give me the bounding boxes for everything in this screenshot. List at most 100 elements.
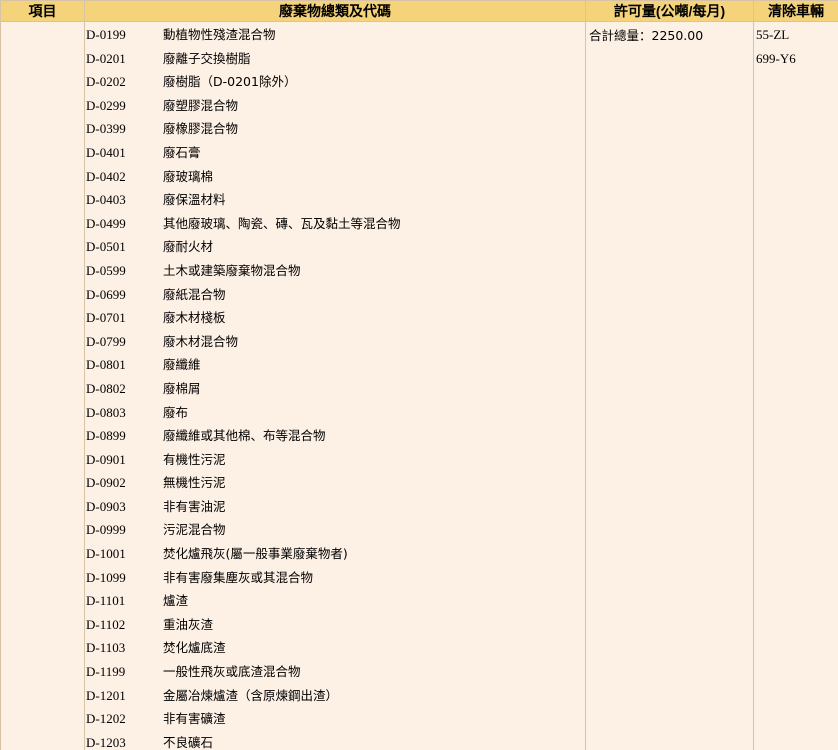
waste-item-row: D-0902 無機性污泥 (85, 475, 585, 499)
header-permit-amount: 許可量(公噸/每月) (585, 0, 754, 22)
waste-code: D-0903 (86, 498, 126, 514)
waste-item-row: D-1201 金屬冶煉爐渣（含原煉鋼出渣） (85, 688, 585, 712)
waste-item-row: D-0799 廢木材混合物 (85, 334, 585, 358)
waste-name: 廢布 (163, 404, 189, 420)
waste-name: 廢橡膠混合物 (163, 121, 239, 137)
waste-code: D-0201 (86, 50, 126, 66)
waste-code: D-1099 (86, 569, 126, 585)
waste-item-row: D-1099 非有害廢集塵灰或其混合物 (85, 570, 585, 594)
waste-name: 廢纖維或其他棉、布等混合物 (163, 428, 326, 444)
waste-name: 廢耐火材 (163, 239, 214, 255)
waste-item-row: D-0199 動植物性殘渣混合物 (85, 27, 585, 51)
waste-code: D-1001 (86, 546, 126, 562)
waste-code: D-0999 (86, 522, 126, 538)
waste-name: 廢玻璃棉 (163, 168, 214, 184)
waste-item-row: D-0802 廢棉屑 (85, 381, 585, 405)
waste-name: 污泥混合物 (163, 522, 226, 538)
waste-item-row: D-0499 其他廢玻璃、陶瓷、磚、瓦及黏土等混合物 (85, 216, 585, 240)
waste-code: D-0901 (86, 451, 126, 467)
waste-code: D-0401 (86, 144, 126, 160)
waste-name: 其他廢玻璃、陶瓷、磚、瓦及黏土等混合物 (163, 215, 401, 231)
waste-name: 廢樹脂（D-0201除外） (163, 74, 297, 90)
waste-name: 廢離子交換樹脂 (163, 50, 251, 66)
waste-code: D-1103 (86, 640, 126, 656)
permit-table: 項目 廢棄物總類及代碼 許可量(公噸/每月) 清除車輛 D-0199 動植物性殘渣… (0, 0, 838, 750)
waste-name: 非有害廢集塵灰或其混合物 (163, 569, 314, 585)
waste-item-row: D-0201 廢離子交換樹脂 (85, 51, 585, 75)
waste-name: 非有害礦渣 (163, 711, 226, 727)
waste-code: D-0402 (86, 168, 126, 184)
waste-code: D-0801 (86, 357, 126, 373)
vehicles-cell: 55-ZL 699-Y6 (753, 21, 838, 750)
vehicle-plate: 699-Y6 (756, 50, 796, 66)
waste-item-row: D-1202 非有害礦渣 (85, 711, 585, 735)
waste-item-row: D-1001 焚化爐飛灰(屬一般事業廢棄物者) (85, 546, 585, 570)
waste-code: D-0701 (86, 310, 126, 326)
waste-name: 土木或建築廢棄物混合物 (163, 262, 301, 278)
waste-name: 焚化爐飛灰(屬一般事業廢棄物者) (163, 546, 348, 562)
waste-item-row: D-1203 不良礦石 (85, 735, 585, 750)
waste-name: 不良礦石 (163, 734, 214, 750)
waste-code: D-0499 (86, 215, 126, 231)
permit-row: D-0199 動植物性殘渣混合物 D-0201 廢離子交換樹脂 D-0202 廢樹脂（D-… (0, 21, 838, 750)
waste-name: 廢塑膠混合物 (163, 97, 239, 113)
waste-code: D-0902 (86, 475, 126, 491)
waste-code: D-0501 (86, 239, 126, 255)
waste-name: 重油灰渣 (163, 616, 214, 632)
waste-name: 廢石膏 (163, 144, 201, 160)
waste-list: D-0199 動植物性殘渣混合物 D-0201 廢離子交換樹脂 D-0202 廢樹脂（D-… (85, 22, 585, 750)
waste-item-row: D-1103 焚化爐底渣 (85, 640, 585, 664)
waste-item-row: D-0803 廢布 (85, 405, 585, 429)
waste-name: 金屬冶煉爐渣（含原煉鋼出渣） (163, 687, 339, 703)
waste-item-row: D-0299 廢塑膠混合物 (85, 98, 585, 122)
waste-item-row: D-0202 廢樹脂（D-0201除外） (85, 74, 585, 98)
waste-code: D-0599 (86, 262, 126, 278)
waste-code: D-0899 (86, 428, 126, 444)
total-amount: 合計總量：2250.00 (589, 28, 704, 43)
waste-item-row: D-0903 非有害油泥 (85, 499, 585, 523)
waste-code: D-0802 (86, 380, 126, 396)
waste-item-row: D-1102 重油灰渣 (85, 617, 585, 641)
header-item: 項目 (0, 0, 85, 22)
waste-name: 焚化爐底渣 (163, 640, 226, 656)
header-vehicles: 清除車輛 (753, 0, 838, 22)
permit-page: 項目 廢棄物總類及代碼 許可量(公噸/每月) 清除車輛 D-0199 動植物性殘渣… (0, 0, 838, 750)
waste-item-row: D-0801 廢纖維 (85, 357, 585, 381)
waste-name: 一般性飛灰或底渣混合物 (163, 664, 301, 680)
waste-item-row: D-0901 有機性污泥 (85, 452, 585, 476)
waste-code: D-1202 (86, 711, 126, 727)
waste-code: D-0299 (86, 97, 126, 113)
waste-name: 廢紙混合物 (163, 286, 226, 302)
waste-code: D-0399 (86, 121, 126, 137)
vehicle-list: 55-ZL 699-Y6 (754, 22, 838, 74)
waste-item-row: D-0402 廢玻璃棉 (85, 169, 585, 193)
waste-name: 廢棉屑 (163, 380, 201, 396)
waste-name: 非有害油泥 (163, 498, 226, 514)
permit-amount-cell: 合計總量：2250.00 (585, 21, 754, 750)
waste-name: 動植物性殘渣混合物 (163, 27, 276, 42)
waste-name: 廢纖維 (163, 357, 201, 373)
waste-name: 有機性污泥 (163, 451, 226, 467)
waste-code: D-1201 (86, 687, 126, 703)
waste-code: D-1101 (86, 593, 126, 609)
waste-item-row: D-0899 廢纖維或其他棉、布等混合物 (85, 428, 585, 452)
waste-item-row: D-1101 爐渣 (85, 593, 585, 617)
waste-type-cell: D-0199 動植物性殘渣混合物 D-0201 廢離子交換樹脂 D-0202 廢樹脂（D-… (84, 21, 586, 750)
item-cell (0, 21, 85, 750)
waste-item-row: D-1199 一般性飛灰或底渣混合物 (85, 664, 585, 688)
waste-name: 廢木材棧板 (163, 310, 226, 326)
waste-item-row: D-0399 廢橡膠混合物 (85, 121, 585, 145)
waste-code: D-0403 (86, 192, 126, 208)
waste-code: D-1203 (86, 734, 126, 750)
waste-item-row: D-0403 廢保溫材料 (85, 192, 585, 216)
waste-code: D-0803 (86, 404, 126, 420)
waste-code: D-0199 (86, 27, 126, 42)
waste-code: D-1199 (86, 664, 126, 680)
waste-name: 爐渣 (163, 593, 189, 609)
header-row: 項目 廢棄物總類及代碼 許可量(公噸/每月) 清除車輛 (0, 0, 838, 22)
waste-name: 廢木材混合物 (163, 333, 239, 349)
waste-item-row: D-0501 廢耐火材 (85, 239, 585, 263)
waste-item-row: D-0999 污泥混合物 (85, 522, 585, 546)
waste-code: D-1102 (86, 616, 126, 632)
waste-item-row: D-0401 廢石膏 (85, 145, 585, 169)
